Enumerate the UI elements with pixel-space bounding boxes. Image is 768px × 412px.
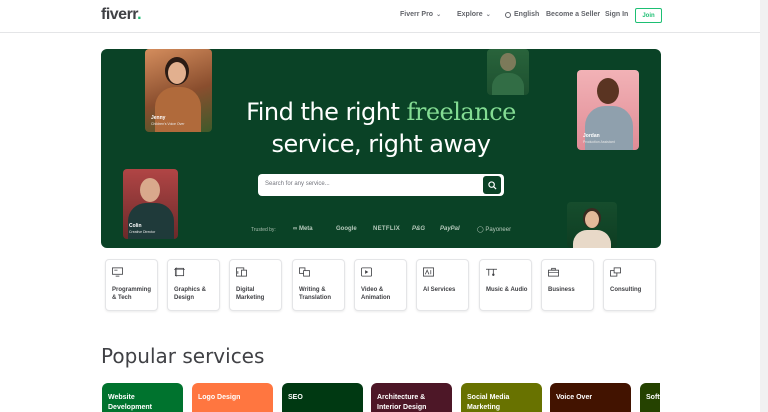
category-graphics-design[interactable]: Graphics & Design: [167, 259, 220, 311]
service-card-voice-over[interactable]: Voice Over: [550, 383, 631, 412]
brand-meta-logo: ∞ Meta: [293, 226, 313, 232]
category-business[interactable]: Business: [541, 259, 594, 311]
hero-person-card: Colin Creative Director: [123, 169, 178, 239]
nav-language[interactable]: English: [505, 11, 539, 18]
design-frame-icon: [174, 267, 185, 277]
category-label: Video & Animation: [361, 287, 391, 301]
join-button[interactable]: Join: [635, 8, 662, 23]
logo-text: fiverr: [101, 6, 138, 23]
category-label: Writing & Translation: [299, 287, 332, 301]
briefcase-icon: [548, 267, 559, 277]
nav-become-seller[interactable]: Become a Seller: [546, 11, 600, 18]
service-card-title: Social Media Marketing: [467, 394, 510, 411]
globe-icon: [505, 11, 511, 18]
person-face: [140, 178, 160, 202]
service-card-title: Architecture & Interior Design: [377, 394, 427, 411]
nav-fiverr-pro-label: Fiverr Pro: [400, 11, 434, 18]
category-label: Business: [548, 287, 575, 293]
service-card-logo-design[interactable]: Logo Design: [192, 383, 273, 412]
service-card-seo[interactable]: SEO: [282, 383, 363, 412]
hero-title-line2: service, right away: [271, 130, 492, 158]
person-face: [168, 62, 186, 84]
service-card-title: SEO: [288, 394, 303, 401]
hero-title-accent: freelance: [406, 98, 516, 126]
brand-payoneer-label: Payoneer: [485, 227, 512, 233]
brand-pg-logo: P&G: [412, 226, 426, 232]
popular-services-heading: Popular services: [101, 344, 265, 368]
category-label: Graphics & Design: [174, 287, 207, 301]
nav-explore-label: Explore: [457, 11, 483, 18]
service-card-software-development[interactable]: Software Development: [640, 383, 660, 412]
category-music-audio[interactable]: Music & Audio: [479, 259, 532, 311]
person-face: [500, 53, 516, 71]
category-digital-marketing[interactable]: Digital Marketing: [229, 259, 282, 311]
nav-language-label: English: [514, 11, 540, 18]
category-label: Digital Marketing: [236, 287, 265, 301]
logo-dot: .: [137, 6, 142, 23]
person-body: [492, 73, 524, 95]
nav-explore[interactable]: Explore ⌄: [457, 11, 491, 18]
nav-sign-in-label: Sign In: [605, 11, 629, 18]
chevron-down-icon: ⌄: [485, 12, 491, 18]
nav-fiverr-pro[interactable]: Fiverr Pro ⌄: [400, 11, 441, 18]
category-label: AI Services: [423, 287, 456, 293]
page-scrollbar[interactable]: [760, 0, 768, 412]
category-label: Consulting: [610, 287, 642, 293]
search-input[interactable]: Search for any service...: [265, 181, 330, 187]
chevron-down-icon: ⌄: [436, 12, 442, 18]
service-card-social-media-marketing[interactable]: Social Media Marketing: [461, 383, 542, 412]
consulting-icon: [610, 267, 621, 277]
video-play-icon: [361, 267, 372, 277]
ai-chip-icon: [423, 267, 434, 277]
hero-title-line1: Find the right freelance: [101, 98, 661, 126]
category-label: Music & Audio: [486, 287, 528, 293]
nav-sign-in[interactable]: Sign In: [605, 11, 628, 18]
service-card-title: Software Development: [646, 394, 660, 401]
search-button[interactable]: [483, 176, 501, 194]
category-video-animation[interactable]: Video & Animation: [354, 259, 407, 311]
category-writing-translation[interactable]: Writing & Translation: [292, 259, 345, 311]
music-sliders-icon: [486, 268, 497, 276]
category-programming-tech[interactable]: Programming & Tech: [105, 259, 158, 311]
brand-netflix-logo: NETFLIX: [373, 226, 401, 232]
nav-become-seller-label: Become a Seller: [546, 11, 601, 18]
hero-person-card: [567, 202, 617, 248]
hero-banner: Jenny Children's Voice Over Colin Creati…: [101, 49, 661, 248]
category-consulting[interactable]: Consulting: [603, 259, 656, 311]
person-role: Creative Director: [129, 230, 156, 234]
translate-icon: [299, 267, 310, 277]
person-body: [573, 230, 611, 248]
service-card-architecture-interior-design[interactable]: Architecture & Interior Design: [371, 383, 452, 412]
brand-google-logo: Google: [336, 226, 357, 232]
fiverr-logo[interactable]: fiverr.: [101, 6, 142, 24]
trusted-by-label: Trusted by:: [251, 227, 276, 233]
hero-search-bar[interactable]: Search for any service...: [258, 174, 504, 196]
brand-paypal-logo: PayPal: [440, 226, 460, 232]
category-label: Programming & Tech: [112, 287, 152, 301]
hero-title-prefix: Find the right: [246, 98, 407, 126]
chart-phone-icon: [236, 267, 247, 277]
search-icon: [487, 180, 497, 190]
category-ai-services[interactable]: AI Services: [416, 259, 469, 311]
service-card-title: Logo Design: [198, 394, 241, 401]
service-card-title: Voice Over: [556, 394, 593, 401]
service-card-title: Website Development: [108, 394, 152, 411]
top-navbar: fiverr. Fiverr Pro ⌄ Explore ⌄ English B…: [0, 0, 768, 33]
person-face: [585, 211, 599, 228]
monitor-code-icon: [112, 267, 123, 277]
service-card-website-development[interactable]: Website Development: [102, 383, 183, 412]
person-name: Colin: [129, 223, 142, 229]
brand-payoneer-logo: ◯ Payoneer: [477, 227, 512, 233]
hero-person-card-faded: [487, 49, 529, 95]
